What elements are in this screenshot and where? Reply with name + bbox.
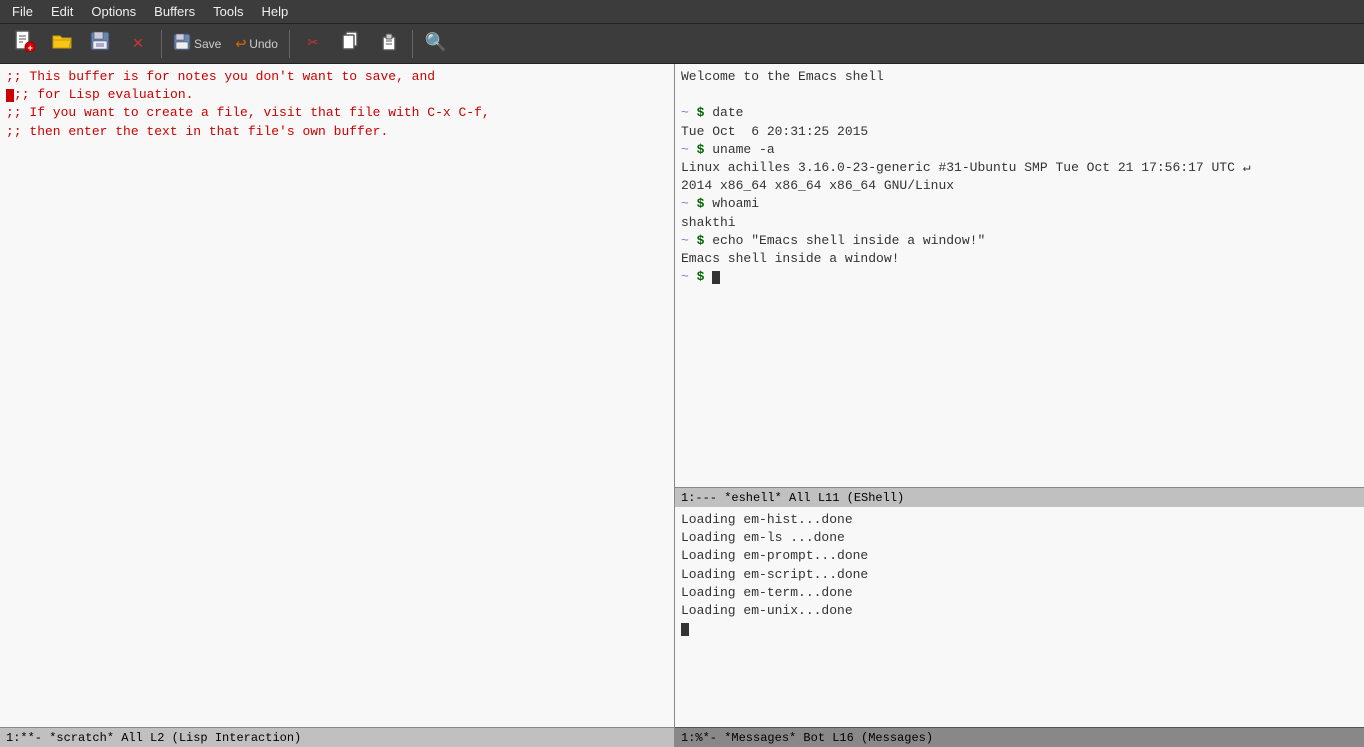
main-area: ;; This buffer is for notes you don't wa…	[0, 64, 1364, 747]
eshell-editor[interactable]: Welcome to the Emacs shell ~ $ date Tue …	[675, 64, 1364, 487]
scratch-editor[interactable]: ;; This buffer is for notes you don't wa…	[0, 64, 674, 727]
toolbar-separator-3	[412, 30, 413, 58]
save-label-button[interactable]: Save	[167, 31, 227, 57]
save-disk-button[interactable]	[82, 27, 118, 61]
save-icon	[89, 30, 111, 57]
paste-icon	[379, 31, 399, 56]
undo-label: Undo	[249, 37, 278, 51]
menu-edit[interactable]: Edit	[43, 2, 81, 21]
new-file-button[interactable]: +	[6, 27, 42, 61]
close-buffer-button[interactable]: ✕	[120, 27, 156, 61]
messages-cursor	[681, 623, 689, 636]
cut-icon: ✂	[307, 35, 318, 53]
scratch-line-2: ;; for Lisp evaluation.	[6, 87, 193, 102]
toolbar-separator-1	[161, 30, 162, 58]
eshell-modeline: 1:--- *eshell* All L11 (EShell)	[675, 487, 1364, 507]
undo-icon: ↩	[235, 33, 246, 55]
messages-line-3: Loading em-prompt...done	[681, 548, 868, 563]
open-file-button[interactable]	[44, 27, 80, 61]
new-file-icon: +	[13, 30, 35, 57]
cut-button[interactable]: ✂	[295, 27, 331, 61]
messages-line-5: Loading em-term...done	[681, 585, 853, 600]
menu-buffers[interactable]: Buffers	[146, 2, 203, 21]
scratch-modeline: 1:**- *scratch* All L2 (Lisp Interaction…	[0, 727, 674, 747]
toolbar-separator-2	[289, 30, 290, 58]
cmd-echo: echo "Emacs shell inside a window!"	[712, 233, 985, 248]
messages-editor[interactable]: Loading em-hist...done Loading em-ls ...…	[675, 507, 1364, 727]
messages-line-1: Loading em-hist...done	[681, 512, 853, 527]
undo-button[interactable]: ↩ Undo	[229, 31, 284, 57]
scratch-line-1: ;; This buffer is for notes you don't wa…	[6, 69, 435, 84]
menu-file[interactable]: File	[4, 2, 41, 21]
svg-text:+: +	[28, 44, 33, 52]
copy-button[interactable]	[333, 27, 369, 61]
cmd-date: date	[712, 105, 743, 120]
cursor-block	[6, 89, 14, 102]
menubar: File Edit Options Buffers Tools Help	[0, 0, 1364, 24]
scratch-line-3: ;; If you want to create a file, visit t…	[6, 105, 490, 120]
messages-line-2: Loading em-ls ...done	[681, 530, 845, 545]
search-icon: 🔍	[425, 35, 447, 53]
scratch-pane: ;; This buffer is for notes you don't wa…	[0, 64, 675, 747]
open-file-icon	[51, 30, 73, 57]
copy-icon	[341, 31, 361, 56]
menu-help[interactable]: Help	[253, 2, 296, 21]
paste-button[interactable]	[371, 27, 407, 61]
cmd-uname: uname -a	[712, 142, 774, 157]
cmd-whoami: whoami	[712, 196, 759, 211]
messages-line-6: Loading em-unix...done	[681, 603, 853, 618]
eshell-cursor	[712, 271, 720, 284]
close-icon: ✕	[133, 35, 144, 53]
output-echo: Emacs shell inside a window!	[681, 251, 899, 266]
output-date: Tue Oct 6 20:31:25 2015	[681, 124, 868, 139]
messages-line-4: Loading em-script...done	[681, 567, 868, 582]
search-button[interactable]: 🔍	[418, 27, 454, 61]
output-whoami: shakthi	[681, 215, 736, 230]
eshell-welcome: Welcome to the Emacs shell	[681, 69, 884, 84]
messages-modeline: 1:%*- *Messages* Bot L16 (Messages)	[675, 727, 1364, 747]
menu-tools[interactable]: Tools	[205, 2, 251, 21]
save-label: Save	[194, 37, 221, 51]
menu-options[interactable]: Options	[83, 2, 144, 21]
save-floppy-icon	[173, 33, 191, 55]
output-uname: Linux achilles 3.16.0-23-generic #31-Ubu…	[681, 160, 1251, 193]
toolbar: + ✕	[0, 24, 1364, 64]
right-pane: Welcome to the Emacs shell ~ $ date Tue …	[675, 64, 1364, 747]
scratch-line-4: ;; then enter the text in that file's ow…	[6, 124, 388, 139]
